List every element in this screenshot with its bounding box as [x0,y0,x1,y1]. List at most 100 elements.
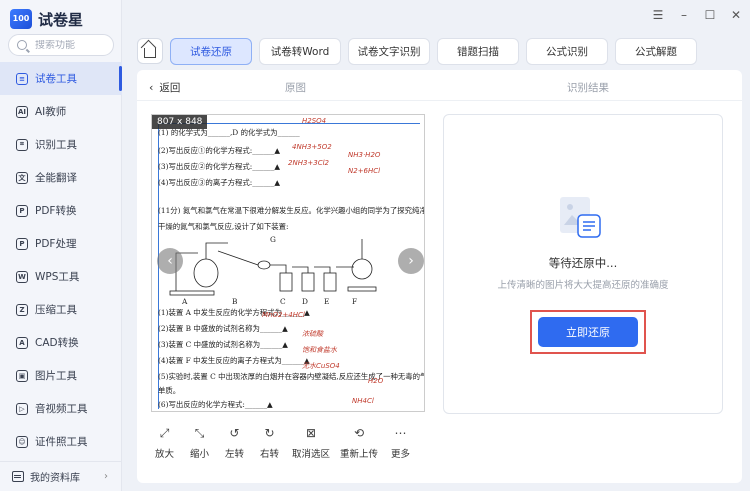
waiting-illustration-icon [560,197,601,238]
cad-icon: A [16,336,28,349]
sidebar-item-label: WPS工具 [35,271,80,283]
search-input[interactable] [35,39,105,51]
handwritten-annotation: 饱和食盐水 [302,346,337,354]
sidebar-item-label: 试卷工具 [35,73,77,85]
sidebar-item-10[interactable]: ▷ 音视频工具 [0,392,122,425]
sidebar-item-label: PDF转换 [35,205,77,217]
apparatus-label: B [232,297,238,306]
apparatus-label: F [352,297,358,306]
zoom-out-icon: ⤡ [194,425,205,440]
sidebar-item-7[interactable]: Z 压缩工具 [0,293,122,326]
toolbar-label: 右转 [259,449,279,460]
sidebar-item-4[interactable]: P PDF转换 [0,194,122,227]
sidebar-item-label: PDF处理 [35,238,77,250]
id-photo-icon: ☺ [16,435,28,448]
apparatus-label: E [324,297,330,306]
toolbar-label: 更多 [390,449,410,460]
next-image-arrow[interactable]: › [398,248,424,274]
search-box[interactable] [8,34,114,56]
clear-selection-button[interactable]: ⊠ 取消选区 [287,426,335,460]
menu-icon[interactable]: ☰ [652,8,664,22]
document-line: (4)装置 F 中发生反应的离子方程式为______▲ [158,356,310,365]
handwritten-annotation: NH3·H2O [348,151,381,159]
sidebar-item-6[interactable]: W WPS工具 [0,260,122,293]
sidebar-item-8[interactable]: A CAD转换 [0,326,122,359]
original-image-label: 原图 [285,82,306,94]
sidebar-item-2[interactable]: ⌗ 识别工具 [0,128,122,161]
document-line: 干燥的氮气和氯气反应,设计了如下装置: [158,222,289,231]
rotate-left-button[interactable]: ↺ 左转 [217,426,252,460]
handwritten-annotation: H2SO4 [302,117,327,125]
reupload-button[interactable]: ⟲ 重新上传 [335,426,383,460]
pdf-convert-icon: P [16,204,28,217]
apparatus-label: G [270,235,276,244]
sidebar-nav: ≡ 试卷工具 AI AI教师 ⌗ 识别工具文全能翻译 P PDF转换 P PDF处理 W WPS工具 Z… [0,62,122,458]
reupload-icon: ⟲ [353,426,365,440]
media-icon: ▷ [16,402,28,415]
previous-image-arrow[interactable]: ‹ [157,248,183,274]
rotate-left-icon: ↺ [229,426,240,440]
compress-icon: Z [16,303,28,316]
more-button[interactable]: ⋯ 更多 [383,426,418,460]
apparatus-label: D [302,297,308,306]
original-image-viewer[interactable]: 807 x 848 (1) 的化学式为______,D 的化学式为______ … [151,114,425,412]
my-library-label: 我的资料库 [30,473,80,484]
toolbar-label: 放大 [154,449,174,460]
image-icon: ▣ [16,369,28,382]
app-title: 试卷星 [38,10,84,29]
result-label: 识别结果 [567,82,609,94]
sidebar-item-11[interactable]: ☺ 证件照工具 [0,425,122,458]
image-toolbar: ⤢ 放大 ⤡ 缩小 ↺ 左转 ↻ 右转 ⊠ 取消选区 ⟲ 重新上传 ⋯ 更多 [147,425,418,461]
scan-icon: ⌗ [16,138,28,151]
tab-3[interactable]: 错题扫描 [437,38,519,65]
zoom-out-button[interactable]: ⤡ 缩小 [182,425,217,461]
toolbar-label: 重新上传 [339,449,378,460]
sidebar-item-9[interactable]: ▣ 图片工具 [0,359,122,392]
image-size-badge: 807 x 848 [152,115,208,129]
tab-1[interactable]: 试卷转Word [259,38,341,65]
logo-badge: 100 [10,9,32,29]
back-button[interactable]: ‹ 返回 [149,80,180,95]
tab-0[interactable]: 试卷还原 [170,38,252,65]
my-library-button[interactable]: 我的资料库 › [0,461,122,491]
clear-selection-icon: ⊠ [305,426,317,440]
restore-now-button[interactable]: 立即还原 [538,317,638,347]
handwritten-annotation: NH4Cl [352,397,374,405]
chevron-right-icon: › [104,471,108,482]
minimize-icon[interactable]: – [678,8,690,22]
status-text: 等待还原中... [548,256,618,270]
sidebar-item-0[interactable]: ≡ 试卷工具 [0,62,122,95]
sidebar-item-3[interactable]: 文全能翻译 [0,161,122,194]
toolbar-label: 取消选区 [291,449,330,460]
app-logo: 100 试卷星 [10,8,83,30]
sidebar-item-1[interactable]: AI AI教师 [0,95,122,128]
rotate-right-icon: ↻ [264,426,275,440]
more-icon: ⋯ [394,426,407,440]
tab-2[interactable]: 试卷文字识别 [348,38,430,65]
restore-highlight: 立即还原 [530,310,646,354]
tab-5[interactable]: 公式解题 [615,38,697,65]
handwritten-annotation: N2+6HCl [348,167,381,175]
apparatus-label: C [280,297,286,306]
tab-4[interactable]: 公式识别 [526,38,608,65]
sidebar-item-label: 压缩工具 [35,304,77,316]
home-button[interactable] [137,38,163,64]
handwritten-annotation: 无水CuSO4 [302,362,340,370]
document-line: (2)装置 B 中盛放的试剂名称为______▲ [158,324,288,333]
apparatus-diagram [169,239,377,296]
handwritten-annotation: H2O [368,377,384,385]
close-icon[interactable]: ✕ [730,8,742,22]
rotate-right-button[interactable]: ↻ 右转 [252,426,287,460]
document-line: (11分) 氮气和氯气在常温下很难分解发生反应。化学兴趣小组的同学为了探究纯净、 [158,206,425,215]
translate-icon: 文 [16,171,28,184]
zoom-in-button[interactable]: ⤢ 放大 [147,426,182,461]
maximize-icon[interactable]: ☐ [704,8,716,22]
document-line: 单质。 [158,386,181,395]
back-label: 返回 [159,82,181,94]
layers-icon: ≡ [16,72,28,85]
toolbar-label: 左转 [224,449,244,460]
sidebar-item-5[interactable]: P PDF处理 [0,227,122,260]
sidebar-item-label: 识别工具 [35,139,77,151]
document-line: (3)装置 C 中盛放的试剂名称为______▲ [158,340,288,349]
pdf-process-icon: P [16,237,28,250]
